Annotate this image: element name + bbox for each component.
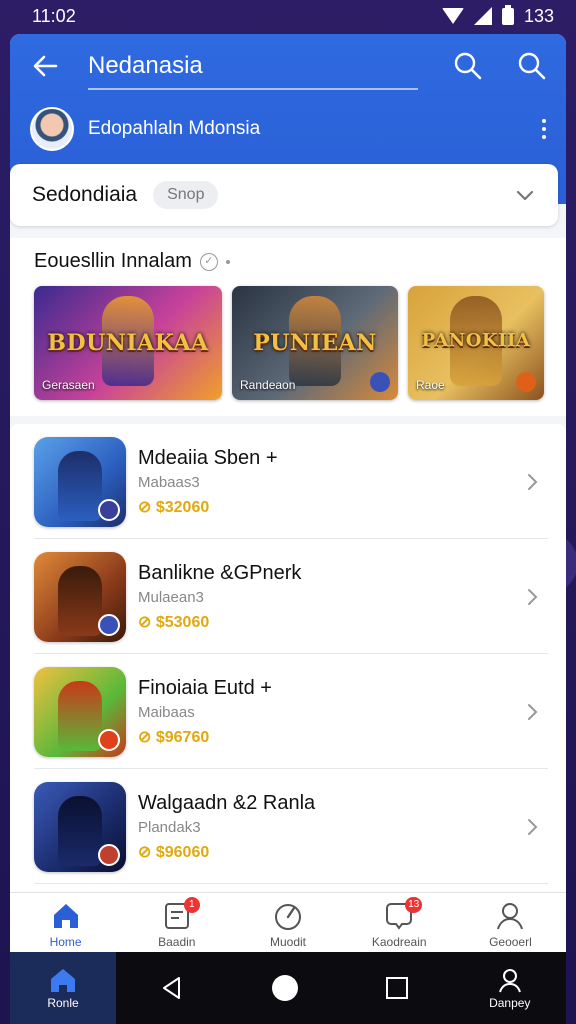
chat-heart-icon: 13 <box>382 897 423 933</box>
item-price: ⊘ $96060 <box>138 843 210 861</box>
item-name: Banlikne &GPnerk <box>138 561 302 584</box>
app-window: Nedanasia Edopahlaln Mdonsia Sedondiaia … <box>10 34 566 952</box>
home-icon <box>53 904 78 928</box>
item-text: Mdeaiia Sben + Mabaas3 ⊘ $32060 <box>138 447 522 517</box>
item-developer: Mabaas3 <box>138 473 200 491</box>
item-developer: Plandak3 <box>138 818 201 836</box>
featured-section: Eouesllin Innalam ✓ BDUNIAKAA Gerasaen P… <box>10 238 566 416</box>
back-arrow-icon[interactable] <box>28 48 64 84</box>
featured-banner[interactable]: PANOKIIA Raoe <box>408 286 544 400</box>
list-item[interactable]: Walgaadn &2 Ranla Plandak3 ⊘ $96060 <box>10 769 566 884</box>
list-item[interactable]: Finoiaia Eutd + Maibaas ⊘ $96760 <box>10 654 566 769</box>
app-list: Mdeaiia Sben + Mabaas3 ⊘ $32060 Banlikne… <box>10 424 566 894</box>
list-item[interactable]: Mdeaiia Sben + Mabaas3 ⊘ $32060 <box>10 424 566 539</box>
person-icon <box>497 903 524 930</box>
banner-carousel[interactable]: BDUNIAKAA Gerasaen PUNIEAN Randeaon PANO… <box>34 286 544 400</box>
system-account-button[interactable]: Danpey <box>454 952 567 1024</box>
banner-badge-icon <box>516 372 536 392</box>
featured-banner[interactable]: PUNIEAN Randeaon <box>232 286 398 400</box>
featured-heading: Eouesllin Innalam ✓ <box>34 250 230 273</box>
system-account-label: Danpey <box>489 996 531 1010</box>
person-icon <box>498 969 521 993</box>
info-icon[interactable]: ✓ <box>199 252 218 271</box>
system-home-label: Ronle <box>47 996 79 1010</box>
section-title: Sedondiaia <box>32 183 138 206</box>
profile-name: Edopahlaln Mdonsia <box>88 118 261 139</box>
tab-label: Home <box>49 935 82 949</box>
signal-icon <box>473 7 492 25</box>
system-navigation-bar: Ronle Danpey <box>10 952 566 1024</box>
system-home-tab[interactable]: Ronle <box>10 952 116 1024</box>
banner-title: PUNIEAN <box>253 330 377 356</box>
house-icon <box>51 969 75 992</box>
inbox-icon: 1 <box>160 897 200 933</box>
tab-label: Kaodreain <box>371 935 427 949</box>
battery-level: 133 <box>523 5 554 26</box>
featured-banner[interactable]: BDUNIAKAA Gerasaen <box>34 286 222 400</box>
item-text: Walgaadn &2 Ranla Plandak3 ⊘ $96060 <box>138 792 522 862</box>
section-selector[interactable]: Sedondiaia Snop <box>10 164 558 226</box>
section-chip[interactable]: Snop <box>153 181 219 209</box>
more-options-icon[interactable] <box>532 114 556 144</box>
triangle-back-icon <box>163 977 181 999</box>
app-header: Nedanasia Edopahlaln Mdonsia Sedondiaia … <box>10 34 566 226</box>
item-developer: Mulaean3 <box>138 588 204 606</box>
status-icons: 133 <box>441 4 554 27</box>
avatar[interactable] <box>30 107 74 151</box>
app-icon <box>34 551 126 642</box>
chevron-right-icon <box>528 818 538 835</box>
list-item[interactable]: Banlikne &GPnerk Mulaean3 ⊘ $53060 <box>10 539 566 654</box>
item-price: ⊘ $32060 <box>138 498 210 516</box>
chevron-right-icon <box>528 703 538 720</box>
battery-icon <box>501 4 514 25</box>
featured-title: Eouesllin Innalam <box>34 250 192 272</box>
tab-label: Baadin <box>158 935 196 949</box>
item-price: ⊘ $53060 <box>138 613 210 631</box>
tab-badge: 13 <box>405 897 423 913</box>
tab-profile[interactable]: Geooerl <box>455 893 566 952</box>
chevron-down-icon[interactable] <box>514 184 536 206</box>
chevron-right-icon <box>528 588 538 605</box>
status-bar: 11:02 133 <box>0 0 576 32</box>
item-name: Walgaadn &2 Ranla <box>138 791 316 814</box>
system-home-button[interactable] <box>229 952 342 1024</box>
app-icon <box>34 436 126 527</box>
banner-subtitle: Randeaon <box>240 378 296 392</box>
tab-label: Geooerl <box>489 935 532 949</box>
page-title: Nedanasia <box>88 52 203 79</box>
banner-subtitle: Raoe <box>416 378 445 392</box>
title-underline <box>88 88 418 90</box>
item-text: Banlikne &GPnerk Mulaean3 ⊘ $53060 <box>138 562 522 632</box>
dot-separator <box>225 259 230 264</box>
app-icon <box>34 781 126 872</box>
tab-home[interactable]: Home <box>10 893 121 952</box>
search-icon-secondary[interactable] <box>514 48 550 84</box>
banner-badge-icon <box>370 372 390 392</box>
tab-label: Muodit <box>269 935 307 949</box>
search-icon[interactable] <box>450 48 486 84</box>
chevron-right-icon <box>528 473 538 490</box>
banner-title: BDUNIAKAA <box>47 330 209 356</box>
profile-row[interactable]: Edopahlaln Mdonsia <box>30 104 566 154</box>
system-recents-button[interactable] <box>341 952 454 1024</box>
item-developer: Maibaas <box>138 703 195 721</box>
wifi-icon <box>441 8 464 24</box>
banner-subtitle: Gerasaen <box>42 378 95 392</box>
app-icon <box>34 666 126 757</box>
banner-title: PANOKIIA <box>421 330 531 351</box>
bottom-tab-bar: Home 1 Baadin Muodit 13 Kaodreain Geooer… <box>10 892 566 952</box>
gauge-icon <box>275 904 301 930</box>
circle-home-icon <box>271 975 298 1001</box>
item-text: Finoiaia Eutd + Maibaas ⊘ $96760 <box>138 677 522 747</box>
item-name: Finoiaia Eutd + <box>138 676 272 699</box>
system-back-button[interactable] <box>116 952 229 1024</box>
tab-chat[interactable]: 13 Kaodreain <box>344 893 455 952</box>
tab-inbox[interactable]: 1 Baadin <box>121 893 232 952</box>
item-price: ⊘ $96760 <box>138 728 210 746</box>
tab-badge: 1 <box>183 897 200 913</box>
tab-gauge[interactable]: Muodit <box>232 893 343 952</box>
square-recents-icon <box>386 977 409 999</box>
item-name: Mdeaiia Sben + <box>138 446 278 469</box>
status-time: 11:02 <box>32 5 76 26</box>
